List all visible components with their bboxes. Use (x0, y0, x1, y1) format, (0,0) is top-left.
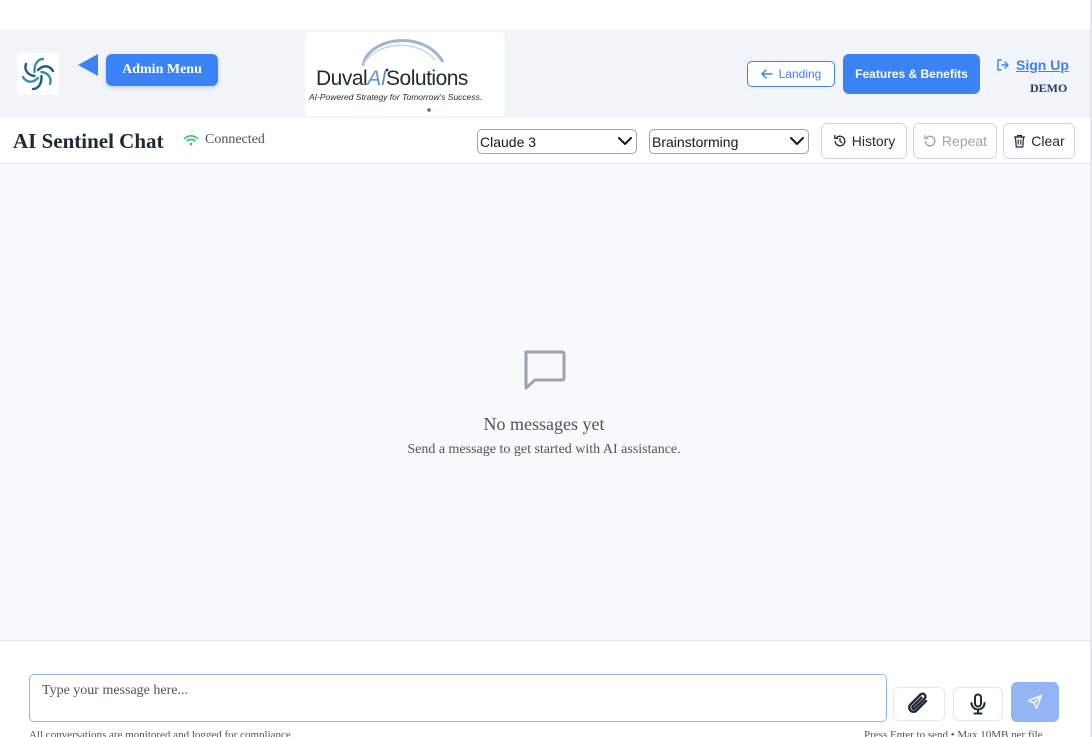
demo-badge: DEMO (1030, 81, 1068, 95)
connection-status: Connected (183, 132, 265, 148)
paperclip-icon (908, 692, 928, 713)
mode-select[interactable]: Brainstorming (649, 129, 809, 154)
send-button[interactable] (1011, 682, 1059, 722)
brand-tagline: AI-Powered Strategy for Tomorrow's Succe… (309, 92, 483, 102)
repeat-label: Repeat (941, 133, 988, 149)
attach-file-button[interactable] (893, 687, 945, 721)
landing-button[interactable]: Landing (747, 61, 835, 87)
brand-logo: DuvalAISolutions AI-Powered Strategy for… (305, 32, 505, 116)
microphone-icon (970, 693, 986, 715)
features-benefits-button[interactable]: Features & Benefits (843, 54, 980, 94)
sign-up-label: Sign Up (1016, 57, 1069, 73)
rotate-ccw-icon (924, 134, 936, 147)
trash-icon (1014, 134, 1026, 148)
history-icon (833, 134, 846, 147)
sign-up-link[interactable]: Sign Up (996, 57, 1069, 73)
status-label: Connected (205, 132, 265, 147)
compliance-note: All conversations are monitored and logg… (29, 729, 294, 737)
message-square-icon (524, 350, 566, 390)
send-hint: Press Enter to send • Max 10MB per file (864, 729, 1043, 737)
chevron-down-icon (618, 137, 632, 145)
send-icon (1027, 694, 1043, 710)
wifi-icon (183, 135, 199, 146)
message-list[interactable] (0, 164, 1092, 641)
microphone-button[interactable] (953, 687, 1003, 721)
arrow-left-icon (760, 69, 773, 79)
repeat-button[interactable]: Repeat (913, 123, 997, 159)
sign-in-icon (997, 59, 1009, 71)
aperture-logo-icon (21, 57, 55, 91)
admin-menu-button[interactable]: Admin Menu (106, 54, 218, 86)
empty-state-title: No messages yet (483, 414, 605, 434)
chat-title: AI Sentinel Chat (13, 129, 164, 153)
mode-select-value: Brainstorming (652, 133, 739, 150)
history-button[interactable]: History (821, 123, 907, 159)
chevron-down-icon (790, 137, 804, 145)
clear-label: Clear (1031, 133, 1065, 149)
brand-name: DuvalAISolutions (316, 67, 468, 90)
clear-button[interactable]: Clear (1003, 123, 1075, 159)
history-label: History (851, 133, 896, 149)
model-select-value: Claude 3 (480, 133, 537, 150)
collapse-arrow-icon[interactable] (78, 54, 98, 76)
message-input[interactable] (29, 674, 887, 722)
model-select[interactable]: Claude 3 (477, 129, 637, 154)
landing-label: Landing (778, 67, 822, 81)
app-logo[interactable] (17, 53, 59, 95)
empty-state-subtitle: Send a message to get started with AI as… (407, 442, 681, 457)
